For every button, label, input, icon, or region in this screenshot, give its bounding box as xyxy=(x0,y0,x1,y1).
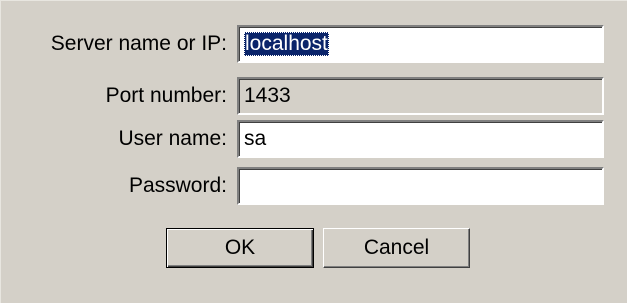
server-label: Server name or IP: xyxy=(50,32,227,55)
port-row: Port number: 1433 xyxy=(1,77,627,115)
user-name-input[interactable]: sa xyxy=(237,120,604,158)
user-label: User name: xyxy=(118,127,227,150)
server-name-value: localhost xyxy=(244,32,329,56)
ok-button[interactable]: OK xyxy=(166,228,314,268)
connection-dialog: Server name or IP: localhost Port number… xyxy=(0,0,627,303)
user-name-value: sa xyxy=(244,127,267,150)
port-label: Port number: xyxy=(105,84,227,107)
port-number-value: 1433 xyxy=(244,84,291,107)
password-label: Password: xyxy=(128,174,227,197)
server-name-input[interactable]: localhost xyxy=(237,25,604,63)
user-row: User name: sa xyxy=(1,120,627,158)
port-number-input: 1433 xyxy=(237,77,604,115)
ok-button-label: OK xyxy=(224,236,256,259)
server-row: Server name or IP: localhost xyxy=(1,25,627,63)
password-row: Password: xyxy=(1,167,627,205)
password-input[interactable] xyxy=(237,167,604,205)
cancel-button[interactable]: Cancel xyxy=(323,228,470,268)
cancel-button-label: Cancel xyxy=(363,236,430,259)
